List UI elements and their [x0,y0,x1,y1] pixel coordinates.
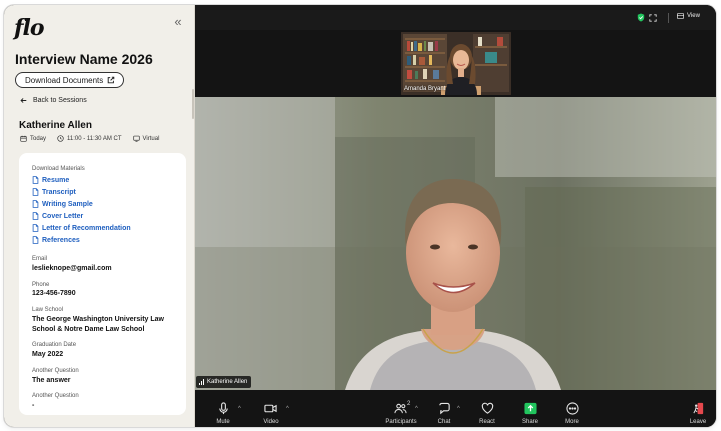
participants-count: 2 [407,401,411,407]
back-to-sessions-link[interactable]: Back to Sessions [20,97,87,104]
app-window: flo « Interview Name 2026 Download Docum… [4,5,716,427]
download-documents-button[interactable]: Download Documents [15,72,125,88]
audio-options-chevron-icon[interactable]: ^ [238,406,241,412]
chat-options-chevron-icon[interactable]: ^ [457,406,460,412]
grid-view-icon [677,13,684,19]
graduation-date-label: Graduation Date [32,342,77,348]
participant-thumbnail[interactable]: Amanda Bryant [401,32,511,95]
another-question-value: The answer [32,377,71,384]
session-date: Today [30,135,47,142]
share-button[interactable] [524,402,537,415]
document-icon [32,200,39,208]
chat-label: Chat [437,419,451,425]
document-link-writing-sample[interactable]: Writing Sample [32,200,93,208]
document-icon [32,212,39,220]
main-speaker-video [195,97,716,390]
download-materials-label: Download Materials [32,166,85,172]
document-link-letter-of-recommendation[interactable]: Letter of Recommendation [32,224,131,232]
graduation-date-value: May 2022 [32,351,64,358]
mute-label: Mute [216,419,230,425]
heart-icon [481,402,494,414]
flo-logo: flo [14,15,45,41]
chat-icon [439,402,450,415]
leave-button[interactable] [692,402,705,415]
more-label: More [565,419,579,425]
phone-label: Phone [32,282,50,288]
law-school-value-line2: School & Notre Dame Law School [32,326,145,333]
document-icon [32,176,39,184]
participants-label: Participants [385,419,417,425]
video-label: Video [263,419,279,425]
document-link-transcript[interactable]: Transcript [32,188,76,196]
session-location: Virtual [142,135,160,142]
calendar-icon [20,135,27,142]
another-question-label: Another Question [32,368,79,374]
shield-check-icon [637,13,645,22]
collapse-sidebar-icon[interactable]: « [171,15,185,29]
document-icon [32,236,39,244]
phone-value: 123-456-7890 [32,290,76,297]
signal-strength-icon [199,379,204,385]
sidebar-scrollbar[interactable] [192,89,194,119]
document-link-resume[interactable]: Resume [32,176,69,184]
session-time: 11:00 - 11:30 AM CT [67,135,122,142]
candidate-name: Katherine Allen [19,120,92,131]
document-icon [32,188,39,196]
share-label: Share [521,419,539,425]
react-label: React [479,419,495,425]
main-video-feed [195,97,716,390]
react-button[interactable] [481,402,494,415]
law-school-label: Law School [32,307,64,313]
view-label: View [687,13,700,19]
participants-options-chevron-icon[interactable]: ^ [415,406,418,412]
camera-icon [264,404,277,413]
more-button[interactable] [566,402,579,415]
law-school-value-line1: The George Washington University Law [32,316,164,323]
topbar-divider [668,13,669,23]
video-options-chevron-icon[interactable]: ^ [286,406,289,412]
view-button[interactable]: View [677,13,700,19]
sidebar: flo « Interview Name 2026 Download Docum… [4,5,195,427]
speaker-name: Katherine Allen [207,379,248,385]
arrow-left-icon [20,98,27,103]
download-documents-label: Download Documents [25,75,104,85]
session-meta: Today 11:00 - 11:30 AM CT Virtual [20,135,159,142]
speaker-name-tag: Katherine Allen [196,376,252,388]
another-question-label-2: Another Question [32,393,79,399]
another-question-value-2: - [32,402,35,409]
thumbnail-participant-name: Amanda Bryant [404,86,446,92]
participants-icon [394,403,407,414]
candidate-details-card: Download Materials Resume Transcript Wri… [19,153,186,415]
video-button[interactable] [264,402,277,415]
page-title: Interview Name 2026 [15,51,153,67]
document-link-cover-letter[interactable]: Cover Letter [32,212,83,220]
external-link-icon [107,76,115,84]
more-icon [566,402,579,415]
chat-button[interactable] [438,402,451,415]
video-call-area: View Amanda Bryant Katherine Allen Mute … [195,5,716,427]
monitor-icon [132,135,140,142]
fullscreen-icon[interactable] [649,14,657,22]
participants-button[interactable] [394,402,407,415]
document-link-references[interactable]: References [32,236,80,244]
email-value: leslieknope@gmail.com [32,265,112,272]
mute-button[interactable] [217,402,230,415]
back-to-sessions-label: Back to Sessions [33,97,87,104]
leave-label: Leave [689,419,707,425]
leave-icon [693,402,704,415]
microphone-icon [219,402,228,415]
call-topbar: View [195,5,716,30]
share-screen-icon [524,402,537,415]
email-label: Email [32,256,48,262]
clock-icon [57,135,64,142]
document-icon [32,224,39,232]
